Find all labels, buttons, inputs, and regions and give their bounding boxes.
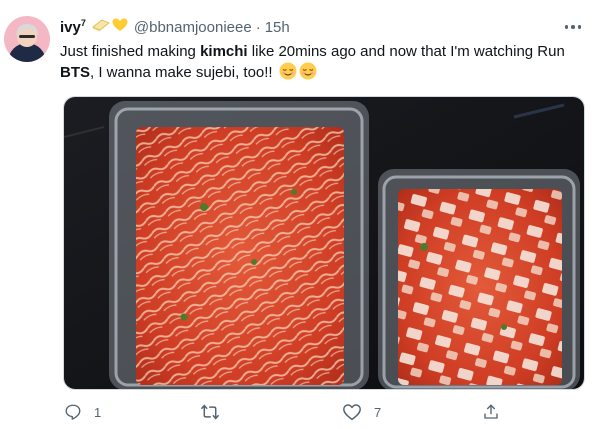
hashtag-kimchi: kimchi bbox=[200, 43, 248, 60]
tweet-text: Just finished making kimchi like 20mins … bbox=[60, 42, 580, 86]
tweet-header: ivy7 @bbnamjoonieee · 15h bbox=[60, 16, 290, 38]
tweet-card[interactable]: ivy7 @bbnamjoonieee · 15h Just finished … bbox=[0, 0, 600, 429]
relieved-face-icon bbox=[279, 62, 297, 86]
butter-icon bbox=[92, 18, 110, 36]
display-name-superscript: 7 bbox=[80, 18, 86, 28]
timestamp[interactable]: 15h bbox=[265, 19, 290, 36]
tweet-photo[interactable] bbox=[63, 96, 585, 390]
avatar[interactable] bbox=[4, 16, 50, 62]
retweet-button[interactable] bbox=[200, 400, 232, 424]
reply-button[interactable]: 1 bbox=[64, 400, 101, 424]
retweet-icon bbox=[200, 403, 220, 421]
like-count: 7 bbox=[374, 404, 382, 420]
separator-dot: · bbox=[255, 18, 261, 36]
reply-icon bbox=[64, 403, 82, 421]
share-button[interactable] bbox=[482, 400, 512, 424]
like-button[interactable]: 7 bbox=[342, 400, 381, 424]
heart-icon bbox=[342, 403, 362, 421]
tweet-actions: 1 7 bbox=[60, 400, 530, 424]
more-options-icon[interactable] bbox=[560, 20, 586, 34]
user-handle[interactable]: @bbnamjoonieee bbox=[134, 19, 252, 36]
reply-count: 1 bbox=[94, 404, 102, 420]
relieved-face-icon bbox=[299, 62, 317, 86]
share-icon bbox=[482, 403, 500, 421]
hashtag-bts: BTS bbox=[60, 64, 90, 81]
display-name[interactable]: ivy7 bbox=[60, 18, 86, 36]
yellow-heart-icon bbox=[112, 18, 128, 36]
